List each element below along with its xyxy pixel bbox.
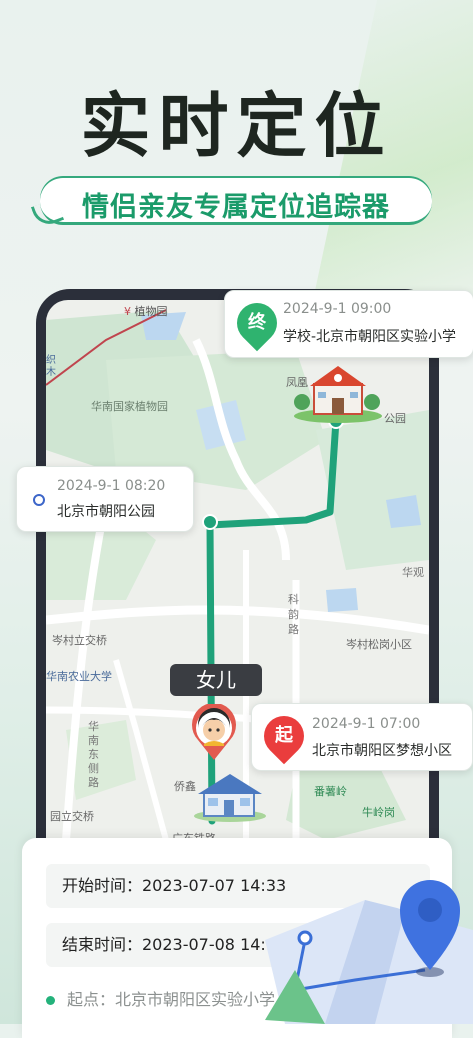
home-icon [194,774,266,822]
map-pin-illustration [255,870,473,1024]
map-label: 牛岭岗 [362,806,395,819]
start-location-card[interactable]: 起 2024-9-1 07:00 北京市朝阳区梦想小区 [251,703,473,771]
end-address: 学校-北京市朝阳区实验小学 [283,329,457,345]
map-label: 公园 [384,412,406,425]
page-title: 实时定位 [80,85,393,167]
end-badge: 终 [228,294,286,352]
route-dot-icon [33,494,45,506]
start-badge: 起 [255,707,313,765]
avatar[interactable] [190,704,238,762]
map-label: 科韵路 [288,593,299,636]
start-datetime: 2024-9-1 07:00 [312,716,421,732]
map-label: 华观 [402,566,424,579]
map-label: 织木 [46,355,56,378]
start-address: 北京市朝阳区梦想小区 [312,743,452,759]
map-label: 番薯岭 [314,785,347,798]
end-location-card[interactable]: 终 2024-9-1 09:00 学校-北京市朝阳区实验小学 [224,290,473,358]
subtitle-banner: 情侣亲友专属定位追踪器 [40,176,432,225]
subtitle-text: 情侣亲友专属定位追踪器 [82,192,390,223]
map-label: 岑村松岗小区 [346,638,412,651]
start-point-row: 起点：北京市朝阳区实验小学 [46,986,275,1010]
map-label: 华南国家植物园 [91,400,168,413]
person-label: 女儿 [170,664,262,696]
end-datetime: 2024-9-1 09:00 [283,301,392,317]
map-label: 园立交桥 [50,810,94,823]
map-label: ¥ 植物园 [124,305,168,318]
start-point-dot-icon [46,996,55,1005]
map-label: 华南东侧路 [88,720,99,789]
map-label: 岑村立交桥 [52,634,107,647]
mid-location-card[interactable]: 2024-9-1 08:20 北京市朝阳公园 [16,466,194,532]
school-icon [294,366,382,423]
map-label: 华南农业大学 [46,670,112,683]
mid-datetime: 2024-9-1 08:20 [57,478,166,494]
mid-address: 北京市朝阳公园 [57,504,155,520]
